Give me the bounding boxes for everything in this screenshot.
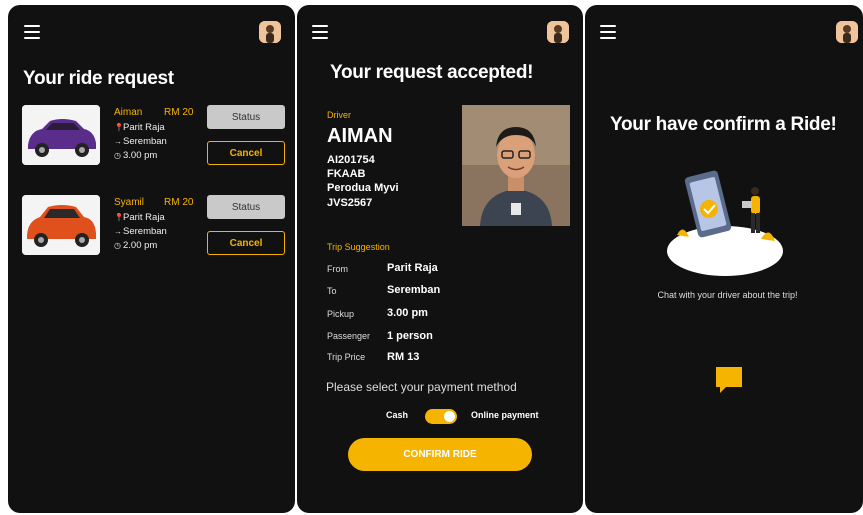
ride-card: Aiman RM 20 📍Parit Raja →Seremban ◷ 3.00 … <box>22 105 292 167</box>
chat-icon[interactable] <box>714 365 744 395</box>
location-pin-icon: 📍 <box>114 213 124 222</box>
pickup-location: 📍Parit Raja <box>114 212 165 223</box>
menu-icon[interactable] <box>600 25 616 39</box>
trip-from-label: From <box>327 264 348 274</box>
ride-confirmed-screen: Your have confirm a Ride! Chat with your… <box>585 5 863 513</box>
menu-icon[interactable] <box>312 25 328 39</box>
trip-suggestion-label: Trip Suggestion <box>327 242 390 252</box>
car-plate: JVS2567 <box>327 197 373 209</box>
ride-price: RM 20 <box>164 107 194 118</box>
avatar[interactable] <box>259 21 281 43</box>
status-button[interactable]: Status <box>207 105 285 129</box>
payment-question: Please select your payment method <box>326 380 517 394</box>
trip-price-label: Trip Price <box>327 352 366 362</box>
clock-icon: ◷ <box>114 151 121 160</box>
ride-request-screen: Your ride request Aiman RM 20 📍Parit Raj… <box>8 5 295 513</box>
driver-id: AI201754 <box>327 154 375 166</box>
car-model: Perodua Myvi <box>327 182 399 194</box>
page-title: Your have confirm a Ride! <box>610 114 837 135</box>
location-pin-icon: 📍 <box>114 123 124 132</box>
destination-location: →Seremban <box>114 136 167 147</box>
trip-passenger-value: 1 person <box>387 330 433 342</box>
driver-photo <box>462 105 570 226</box>
request-accepted-screen: Your request accepted! Driver AIMAN AI20… <box>297 5 583 513</box>
driver-label: Driver <box>327 110 351 120</box>
confirm-ride-button[interactable]: CONFIRM RIDE <box>348 438 532 471</box>
trip-price-value: RM 13 <box>387 351 420 363</box>
driver-name: Syamil <box>114 197 145 208</box>
trip-from-value: Parit Raja <box>387 262 438 274</box>
avatar[interactable] <box>836 21 858 43</box>
pickup-location: 📍Parit Raja <box>114 122 165 133</box>
ride-time: ◷ 2.00 pm <box>114 240 158 251</box>
trip-to-label: To <box>327 286 337 296</box>
toggle-knob <box>444 411 455 422</box>
trip-pickup-value: 3.00 pm <box>387 307 428 319</box>
cash-option-label[interactable]: Cash <box>386 410 408 420</box>
clock-icon: ◷ <box>114 241 121 250</box>
chat-with-driver-text: Chat with your driver about the trip! <box>657 290 798 300</box>
avatar[interactable] <box>547 21 569 43</box>
arrow-right-icon: → <box>114 227 122 236</box>
car-image <box>22 105 100 165</box>
payment-toggle[interactable] <box>425 409 457 424</box>
trip-to-value: Seremban <box>387 284 441 296</box>
cancel-button[interactable]: Cancel <box>207 141 285 165</box>
arrow-right-icon: → <box>114 137 122 146</box>
trip-passenger-label: Passenger <box>327 331 371 341</box>
menu-icon[interactable] <box>24 25 40 39</box>
driver-name: Aiman <box>114 107 143 118</box>
destination-location: →Seremban <box>114 226 167 237</box>
trip-pickup-label: Pickup <box>327 309 355 319</box>
driver-name: AIMAN <box>327 125 393 147</box>
cancel-button[interactable]: Cancel <box>207 231 285 255</box>
ride-card: Syamil RM 20 📍Parit Raja →Seremban ◷ 2.00… <box>22 195 292 257</box>
driver-faculty: FKAAB <box>327 168 366 180</box>
page-title: Your request accepted! <box>330 62 534 83</box>
page-title: Your ride request <box>23 68 174 89</box>
online-payment-option-label[interactable]: Online payment <box>471 410 539 420</box>
ride-time: ◷ 3.00 pm <box>114 150 158 161</box>
status-button[interactable]: Status <box>207 195 285 219</box>
ride-price: RM 20 <box>164 197 194 208</box>
ride-confirmed-illustration <box>667 170 783 276</box>
car-image <box>22 195 100 255</box>
